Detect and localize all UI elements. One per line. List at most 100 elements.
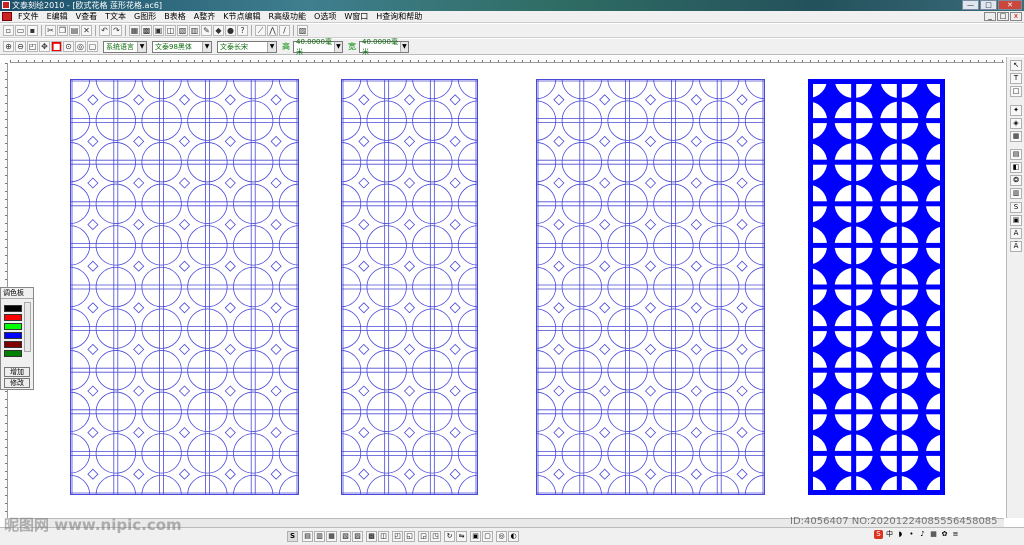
doc-minimize-button[interactable]: _	[984, 12, 996, 21]
zoom-in-icon[interactable]: ⊕	[3, 41, 14, 52]
swatch-red[interactable]	[4, 314, 22, 321]
slash-tool-icon[interactable]: /	[279, 25, 290, 36]
minimize-button[interactable]: —	[962, 0, 979, 10]
paste-icon[interactable]: ▤	[69, 25, 80, 36]
frame-tool-icon[interactable]: ▨	[297, 25, 308, 36]
cut-plot-icon[interactable]: ◫	[165, 25, 176, 36]
menu-help[interactable]: H查询和帮助	[372, 11, 426, 22]
line-tool-icon[interactable]: ⟋	[255, 25, 266, 36]
palette-scrollbar[interactable]	[24, 302, 31, 352]
swatch-dark-green[interactable]	[4, 350, 22, 357]
pan-icon[interactable]: ✥	[39, 41, 50, 52]
fill-icon[interactable]: ◆	[213, 25, 224, 36]
sogou-logo-icon[interactable]: S	[874, 530, 883, 539]
color-red-icon[interactable]: ■	[51, 41, 62, 52]
width-input[interactable]: 40.0000毫米 ▼	[293, 38, 343, 56]
undo-icon[interactable]: ↶	[99, 25, 110, 36]
doc-restore-button[interactable]: □	[997, 12, 1009, 21]
lattice-panel-2[interactable]	[341, 79, 478, 495]
layer-tool-icon[interactable]: ▥	[1010, 188, 1022, 199]
menu-window[interactable]: W窗口	[340, 11, 372, 22]
scan-icon[interactable]: ▩	[141, 25, 152, 36]
menu-table[interactable]: B表格	[160, 11, 190, 22]
rectangle-tool-icon[interactable]: □	[1010, 86, 1022, 97]
font-select[interactable]: 文泰98黑体 ▼	[152, 40, 212, 53]
polyline-tool-icon[interactable]: ⋀	[267, 25, 278, 36]
zoom-page-icon[interactable]: ▢	[87, 41, 98, 52]
maximize-button[interactable]: □	[980, 0, 997, 10]
grid-tool-icon[interactable]: ▤	[1010, 149, 1022, 160]
new-file-icon[interactable]: ▫	[3, 25, 14, 36]
zoom-out-icon[interactable]: ⊖	[15, 41, 26, 52]
ime-moon-icon[interactable]: ◗	[896, 530, 905, 539]
swatch-maroon[interactable]	[4, 341, 22, 348]
help-icon[interactable]: ?	[237, 25, 248, 36]
swatch-black[interactable]	[4, 305, 22, 312]
horizontal-ruler[interactable]	[10, 56, 1004, 63]
align-right-icon[interactable]: ▦	[326, 531, 337, 542]
flip-v-icon[interactable]: ◳	[430, 531, 441, 542]
ime-skin-icon[interactable]: ✿	[940, 530, 949, 539]
print-icon[interactable]: ▣	[153, 25, 164, 36]
swatch-blue[interactable]	[4, 332, 22, 339]
menu-edit[interactable]: E编辑	[43, 11, 72, 22]
style-select[interactable]: 文泰长宋 ▼	[217, 40, 277, 53]
s-tool-icon[interactable]: S	[1010, 202, 1022, 213]
shadow-icon[interactable]: ◐	[508, 531, 519, 542]
language-select[interactable]: 系统语言 ▼	[103, 40, 147, 53]
bulb-icon[interactable]: ●	[225, 25, 236, 36]
select-tool-icon[interactable]: ↖	[1010, 60, 1022, 71]
save-icon[interactable]: ▪	[27, 25, 38, 36]
color-tool-icon[interactable]: ◈	[1010, 118, 1022, 129]
height-input[interactable]: 40.0000毫米 ▼	[359, 38, 409, 56]
menu-view[interactable]: V查看	[72, 11, 101, 22]
copy-icon[interactable]: ❐	[57, 25, 68, 36]
spell-tool-icon[interactable]: Ā	[1010, 241, 1022, 252]
zoom-window-icon[interactable]: ◰	[27, 41, 38, 52]
font-tool-icon[interactable]: A	[1010, 228, 1022, 239]
doc-close-button[interactable]: x	[1010, 12, 1022, 21]
ime-keyboard-icon[interactable]: ▦	[929, 530, 938, 539]
flip-h-icon[interactable]: ◲	[418, 531, 429, 542]
lattice-panel-4[interactable]	[808, 79, 945, 495]
table-tool-icon[interactable]: ▦	[1010, 131, 1022, 142]
lattice-panel-3[interactable]	[536, 79, 765, 495]
preview-icon[interactable]: ▧	[177, 25, 188, 36]
document-icon[interactable]	[2, 12, 12, 21]
shapes-tool-icon[interactable]: ◧	[1010, 162, 1022, 173]
s-mode-icon[interactable]: S	[287, 531, 298, 542]
ime-dot-icon[interactable]: •	[907, 530, 916, 539]
import-icon[interactable]: ▦	[129, 25, 140, 36]
zoom-fit-icon[interactable]: ⊙	[63, 41, 74, 52]
lattice-panel-1[interactable]	[70, 79, 299, 495]
distribute-h-icon[interactable]: ▧	[340, 531, 351, 542]
mirror-icon[interactable]: ⇋	[456, 531, 467, 542]
align-center-icon[interactable]: ▥	[314, 531, 325, 542]
group-icon[interactable]: ▩	[366, 531, 377, 542]
effects-tool-icon[interactable]: ❂	[1010, 175, 1022, 186]
send-back-icon[interactable]: ◱	[404, 531, 415, 542]
pen-icon[interactable]: ✎	[201, 25, 212, 36]
menu-graphics[interactable]: G图形	[130, 11, 160, 22]
node-tool-icon[interactable]: ✦	[1010, 105, 1022, 116]
drawing-canvas[interactable]	[9, 64, 1004, 518]
menu-options[interactable]: O选项	[310, 11, 340, 22]
swatch-green[interactable]	[4, 323, 22, 330]
open-file-icon[interactable]: ▭	[15, 25, 26, 36]
menu-advanced[interactable]: R高级功能	[264, 11, 310, 22]
align-left-icon[interactable]: ▤	[302, 531, 313, 542]
menu-text[interactable]: T文本	[101, 11, 130, 22]
add-color-button[interactable]: 增加	[4, 367, 30, 377]
cut-icon[interactable]: ✂	[45, 25, 56, 36]
rotate-icon[interactable]: ↻	[444, 531, 455, 542]
ime-chinese-icon[interactable]: 中	[885, 530, 894, 539]
trim-icon[interactable]: ▢	[482, 531, 493, 542]
menu-align[interactable]: A整齐	[190, 11, 219, 22]
modify-color-button[interactable]: 修改	[4, 378, 30, 388]
delete-icon[interactable]: ✕	[81, 25, 92, 36]
table-icon[interactable]: ▥	[189, 25, 200, 36]
bring-front-icon[interactable]: ◰	[392, 531, 403, 542]
image-tool-icon[interactable]: ▣	[1010, 215, 1022, 226]
close-button[interactable]: ✕	[998, 0, 1022, 10]
distribute-v-icon[interactable]: ▨	[352, 531, 363, 542]
